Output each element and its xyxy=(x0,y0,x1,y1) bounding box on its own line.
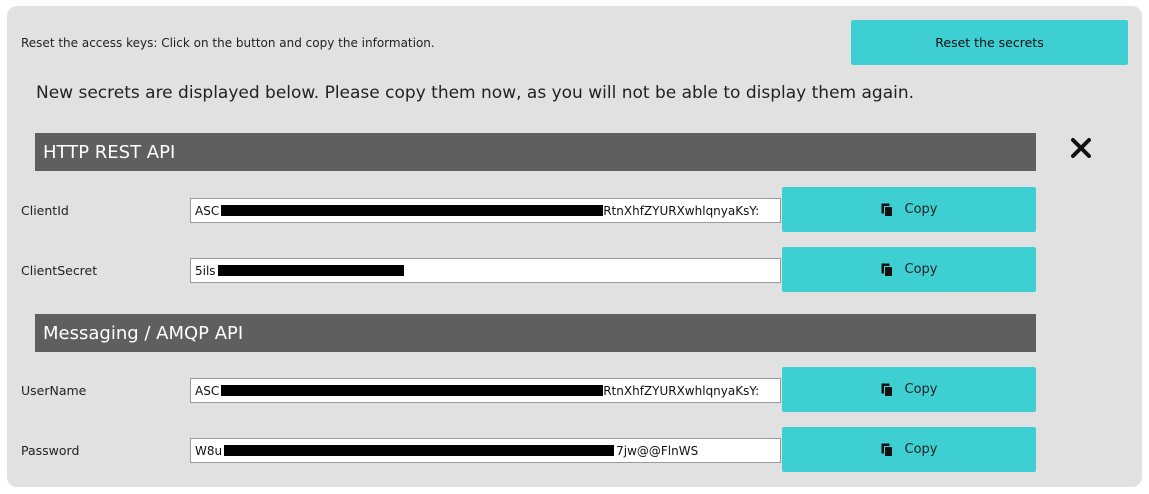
username-value-end: RtnXhfZYURXwhlqnyaKsY: xyxy=(603,383,760,398)
redaction-bar xyxy=(217,265,404,276)
copy-label: Copy xyxy=(904,202,938,217)
reset-instruction: Reset the access keys: Click on the butt… xyxy=(21,36,435,50)
copy-password-button[interactable]: Copy xyxy=(782,427,1036,472)
client-id-field[interactable]: ASC RtnXhfZYURXwhlqnyaKsY: xyxy=(190,198,781,223)
client-id-label: ClientId xyxy=(21,203,69,218)
client-id-value-end: RtnXhfZYURXwhlqnyaKsY: xyxy=(603,203,760,218)
reset-secrets-button[interactable]: Reset the secrets xyxy=(851,20,1128,65)
copy-label: Copy xyxy=(904,382,938,397)
copy-label: Copy xyxy=(904,442,938,457)
username-value-start: ASC xyxy=(195,383,220,398)
redaction-bar xyxy=(221,385,604,396)
client-id-value-start: ASC xyxy=(195,203,220,218)
copy-icon xyxy=(881,443,893,457)
section-header-http-rest-api: HTTP REST API xyxy=(35,133,1036,171)
section-title: Messaging / AMQP API xyxy=(43,322,244,344)
redaction-bar xyxy=(221,205,604,216)
copy-client-id-button[interactable]: Copy xyxy=(782,187,1036,232)
client-secret-label: ClientSecret xyxy=(21,263,98,278)
secrets-notice: New secrets are displayed below. Please … xyxy=(36,83,915,103)
password-label: Password xyxy=(21,443,80,458)
redaction-bar xyxy=(224,445,615,456)
close-icon[interactable] xyxy=(1067,134,1095,162)
password-value-end: 7jw@@FlnWS xyxy=(616,443,699,458)
copy-client-secret-button[interactable]: Copy xyxy=(782,247,1036,292)
client-secret-field[interactable]: 5ils xyxy=(190,258,781,283)
copy-icon xyxy=(881,203,893,217)
client-secret-value-start: 5ils xyxy=(195,263,216,278)
password-value-start: W8u xyxy=(195,443,223,458)
copy-icon xyxy=(881,383,893,397)
copy-username-button[interactable]: Copy xyxy=(782,367,1036,412)
section-header-messaging-amqp-api: Messaging / AMQP API xyxy=(35,314,1036,352)
username-label: UserName xyxy=(21,383,87,398)
copy-icon xyxy=(881,263,893,277)
username-field[interactable]: ASC RtnXhfZYURXwhlqnyaKsY: xyxy=(190,378,781,403)
password-field[interactable]: W8u 7jw@@FlnWS xyxy=(190,438,781,463)
secrets-panel: Reset the access keys: Click on the butt… xyxy=(7,6,1142,487)
copy-label: Copy xyxy=(904,262,938,277)
section-title: HTTP REST API xyxy=(43,141,176,163)
